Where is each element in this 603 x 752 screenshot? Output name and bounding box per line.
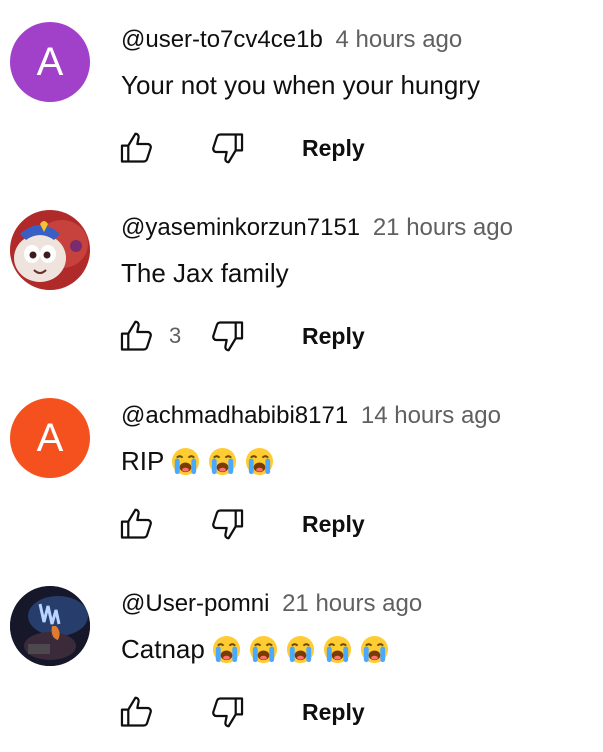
avatar[interactable] [10,210,90,290]
comment-actions: Reply [117,692,365,732]
like-button[interactable] [117,504,157,544]
avatar-letter: A [36,416,64,460]
comment-item: A @user-to7cv4ce1b 4 hours ago Your not … [0,0,603,188]
comment-time[interactable]: 14 hours ago [361,402,501,429]
comment-time[interactable]: 21 hours ago [373,214,513,241]
comment-time[interactable]: 4 hours ago [335,26,462,53]
crying-face-emoji-icon [359,634,390,665]
reply-button[interactable]: Reply [302,323,365,350]
avatar-image [10,210,90,290]
comment-text: Your not you when your hungry [121,70,480,101]
crying-face-emoji-icon [244,446,275,477]
comment-text: RIP [121,446,275,477]
crying-face-emoji-icon [170,446,201,477]
avatar-image [10,586,90,666]
crying-face-emoji-icon [322,634,353,665]
thumbs-up-icon [120,508,152,539]
crying-face-emoji-icon [211,634,242,665]
avatar[interactable]: A [10,22,90,102]
comment-author[interactable]: @achmadhabibi8171 [121,402,348,429]
thumbs-down-icon [212,321,244,352]
avatar[interactable] [10,586,90,666]
comment-text-content: The Jax family [121,258,289,288]
avatar-letter: A [36,40,64,84]
avatar[interactable]: A [10,398,90,478]
like-button[interactable] [117,316,157,356]
comment-time[interactable]: 21 hours ago [282,590,422,617]
crying-face-emoji-icon [285,634,316,665]
dislike-button[interactable] [207,128,247,168]
dislike-button[interactable] [207,504,247,544]
crying-face-emoji-icon [207,446,238,477]
comment-header: @user-to7cv4ce1b 4 hours ago [121,26,462,54]
comment-actions: 3 Reply [117,316,365,356]
dislike-button[interactable] [207,692,247,732]
comment-header: @User-pomni 21 hours ago [121,590,422,618]
reply-button[interactable]: Reply [302,135,365,162]
thumbs-up-icon [120,696,152,727]
crying-face-emoji-icon [248,634,279,665]
comment-actions: Reply [117,128,365,168]
comment-text-content: Catnap [121,634,205,664]
comment-item: @User-pomni 21 hours ago Catnap Reply [0,564,603,752]
comment-author[interactable]: @yaseminkorzun7151 [121,214,360,241]
comment-text: Catnap [121,634,390,665]
thumbs-down-icon [212,133,244,164]
comment-author[interactable]: @User-pomni [121,590,269,617]
thumbs-up-icon [120,132,152,163]
comment-item: @yaseminkorzun7151 21 hours ago The Jax … [0,188,603,376]
like-count: 3 [169,323,182,348]
comment-author[interactable]: @user-to7cv4ce1b [121,26,323,53]
reply-button[interactable]: Reply [302,511,365,538]
like-button[interactable] [117,692,157,732]
comment-actions: Reply [117,504,365,544]
thumbs-down-icon [212,509,244,540]
thumbs-up-icon [120,320,152,351]
comment-text-content: Your not you when your hungry [121,70,480,100]
comment-header: @yaseminkorzun7151 21 hours ago [121,214,513,242]
reply-button[interactable]: Reply [302,699,365,726]
thumbs-down-icon [212,697,244,728]
comment-item: A @achmadhabibi8171 14 hours ago RIP Rep… [0,376,603,564]
comment-text: The Jax family [121,258,289,289]
comment-text-content: RIP [121,446,165,476]
comment-list: A @user-to7cv4ce1b 4 hours ago Your not … [0,0,603,752]
dislike-button[interactable] [207,316,247,356]
like-button[interactable] [117,128,157,168]
comment-header: @achmadhabibi8171 14 hours ago [121,402,501,430]
